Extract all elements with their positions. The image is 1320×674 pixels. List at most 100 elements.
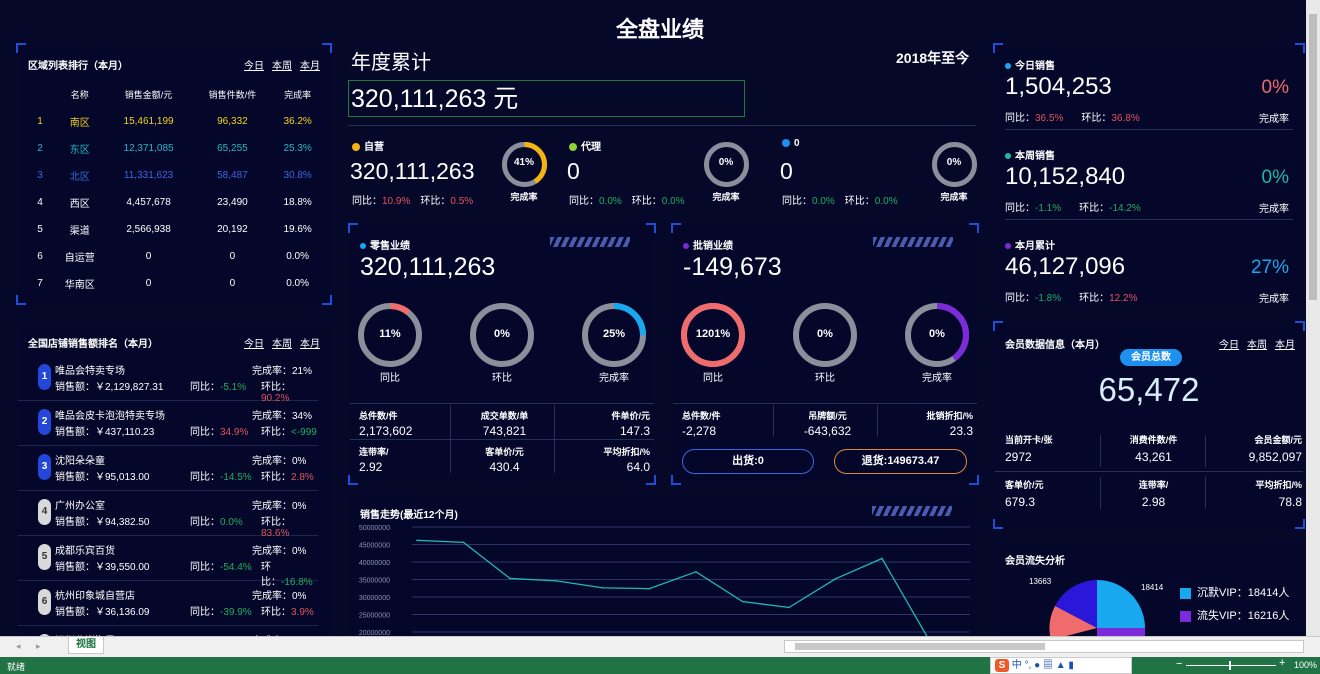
cell-amount: 12,371,085 <box>123 143 174 154</box>
yoy-value: -5.1% <box>220 382 247 393</box>
zoom-slider[interactable] <box>1186 661 1276 670</box>
table-row[interactable]: 2 东区 12,371,085 65,255 25.3% <box>26 135 322 162</box>
tab-month[interactable]: 本月 <box>1275 340 1295 351</box>
tab-month[interactable]: 本月 <box>300 339 320 350</box>
stat-label: 消费件数/件 <box>1129 435 1178 445</box>
table-row[interactable]: 3 北区 11,331,623 58,487 30.8% <box>26 162 322 189</box>
channel-dot <box>569 143 577 152</box>
kpi-rate: 27% <box>1250 257 1289 278</box>
tab-today[interactable]: 今日 <box>1219 340 1239 351</box>
legend-item: 沉默VIP：18414人 <box>1180 584 1289 600</box>
table-row[interactable]: 5 渠道 2,566,938 20,192 19.6% <box>26 216 322 243</box>
store-rate: 完成率：0% <box>252 452 306 467</box>
list-item[interactable]: 2 唯品会皮卡泡泡特卖专场 完成率：34% 销售额：￥437,110.23 同比：34.… <box>18 401 318 446</box>
tab-week[interactable]: 本周 <box>1247 340 1267 351</box>
region-rank-title: 区域列表排行（本月） <box>28 61 128 72</box>
list-item[interactable]: 6 杭州印象城自营店 完成率：0% 销售额：￥36,136.09 同比：-39.9% 环比… <box>18 581 318 626</box>
list-item[interactable]: 5 成都乐宾百货 完成率：0% 销售额：￥39,550.00 同比：-54.4% 环比：-… <box>18 536 318 588</box>
list-item[interactable]: 3 沈阳朵朵童 完成率：0% 销售额：￥95,013.00 同比：-14.5% 环比：2.… <box>18 446 318 491</box>
wholesale-title: 批销业绩 <box>683 237 733 252</box>
horizontal-scrollbar[interactable] <box>784 640 1304 653</box>
table-row[interactable]: 7 华南区 0 0 0.0% <box>26 270 322 297</box>
ring-text: 0% <box>817 328 833 340</box>
wholesale-panel: 批销业绩 -149,673 1201% 同比 0% 环比 0% 完成率 总件数/件 -2,2… <box>671 223 979 485</box>
data-point <box>416 539 418 542</box>
tab-today[interactable]: 今日 <box>244 61 264 72</box>
mom-value: <-999 <box>291 427 317 438</box>
series-line <box>416 539 928 636</box>
ring-caption: 完成率 <box>922 373 952 384</box>
mom-label: 环比： <box>261 472 291 483</box>
sheet-scroll-right[interactable]: ▸ <box>36 641 41 652</box>
kpi-value: 10,152,840 <box>1005 163 1126 190</box>
sheet-scroll-left[interactable]: ◂ <box>16 641 21 652</box>
channel-card: 代理 0 同比：0.0% 环比：0.0% 0% 完成率 <box>567 130 767 210</box>
cell-rank: 5 <box>37 224 43 235</box>
tab-week[interactable]: 本周 <box>272 339 292 350</box>
data-point <box>555 580 558 582</box>
cell-rate: 0.0% <box>286 251 310 262</box>
list-item[interactable]: 4 广州办公室 完成率：0% 销售额：￥94,382.50 同比：0.0% 环比：83.6… <box>18 491 318 539</box>
sheet-tab[interactable]: 视图 <box>68 637 104 654</box>
cell-qty: 65,255 <box>217 143 248 154</box>
cell-rank: 2 <box>37 143 43 154</box>
kpi-panel: 今日销售 1,504,253 0% 同比：36.5% 环比：36.8% 完成率 本周销售 10… <box>993 43 1305 307</box>
stat-label: 总件数/件 <box>359 411 398 421</box>
channel-dot <box>782 139 790 148</box>
table-row[interactable]: 4 西区 4,457,678 23,490 18.8% <box>26 189 322 216</box>
list-item[interactable]: 7深圳北岸海景完成率：0% <box>18 626 318 636</box>
member-title: 会员数据信息（本月） <box>1005 340 1105 351</box>
tab-month[interactable]: 本月 <box>300 61 320 72</box>
ring-caption: 环比 <box>492 373 512 384</box>
rate-label: 完成率： <box>252 456 292 467</box>
tab-today[interactable]: 今日 <box>244 339 264 350</box>
store-amount: 销售额：￥2,129,827.31 <box>55 378 163 393</box>
zoom-in-icon[interactable]: + <box>1279 657 1285 669</box>
store-yoy: 同比：-39.9% <box>190 603 252 618</box>
mom-value: 3.9% <box>291 607 314 618</box>
keyboard-icon: ▦ <box>1042 660 1053 671</box>
rank-badge: 3 <box>38 454 51 480</box>
out-button[interactable]: 出货:0 <box>682 449 814 474</box>
stat-label: 会员金额/元 <box>1254 435 1302 445</box>
channel-label: 自营 <box>352 138 384 153</box>
pie-label: 18414 <box>1141 583 1164 592</box>
list-item[interactable]: 1 唯品会特卖专场 完成率：21% 销售额：￥2,129,827.31 同比：-5.1%… <box>18 356 318 404</box>
ime-toolbar[interactable]: S 中 °, ● ▦ ▲ ▮ <box>990 657 1132 674</box>
cell-amount: 15,461,199 <box>123 116 174 127</box>
store-rate: 完成率：0% <box>252 587 306 602</box>
trend-panel: 销售走势(最近12个月) 50000000 45000000 40000000 350… <box>350 494 977 636</box>
store-name: 沈阳朵朵童 <box>55 456 105 467</box>
vertical-scrollbar[interactable] <box>1306 0 1320 636</box>
cell-rank: 6 <box>37 251 43 262</box>
rate-label: 完成率： <box>252 546 292 557</box>
return-button[interactable]: 退货:149673.47 <box>834 449 967 474</box>
cell-amount: 2,566,938 <box>126 224 171 235</box>
store-rate: 完成率：0% <box>252 542 306 557</box>
kpi-rate-label: 完成率 <box>1259 294 1289 305</box>
cell-name: 华南区 <box>64 280 95 291</box>
table-row[interactable]: 6 自运营 0 0 0.0% <box>26 243 322 270</box>
kpi-rate-label: 完成率 <box>1259 114 1289 125</box>
cell-rank: 3 <box>37 170 43 181</box>
store-mom: 环比：<-999 <box>261 423 317 438</box>
data-point <box>648 587 651 590</box>
ime-punct: °, <box>1024 660 1032 671</box>
cell-rank: 7 <box>37 278 43 289</box>
stat-label: 连带率/ <box>359 447 389 457</box>
rate-value: 0% <box>292 546 307 557</box>
table-row[interactable]: 1 南区 15,461,199 96,332 36.2% <box>26 108 322 135</box>
churn-legend: 沉默VIP：18414人 流失VIP：16216人 <box>1180 584 1289 623</box>
kpi-yoy-mom: 同比：-1.1% 环比：-14.2% <box>1005 203 1141 214</box>
cell-rank: 1 <box>37 116 43 127</box>
tab-week[interactable]: 本周 <box>272 61 292 72</box>
zoom-out-icon[interactable]: − <box>1176 658 1182 670</box>
channel-yoy-mom: 同比：0.0% 环比：0.0% <box>569 196 685 207</box>
rank-badge: 6 <box>38 589 51 615</box>
yoy-value: -39.9% <box>220 607 252 618</box>
store-name: 唯品会皮卡泡泡特卖专场 <box>55 411 165 422</box>
yoy-label: 同比： <box>190 382 220 393</box>
kpi-value: 46,127,096 <box>1005 253 1126 280</box>
ring-caption: 同比 <box>380 373 400 384</box>
stripe-decoration <box>550 237 630 247</box>
